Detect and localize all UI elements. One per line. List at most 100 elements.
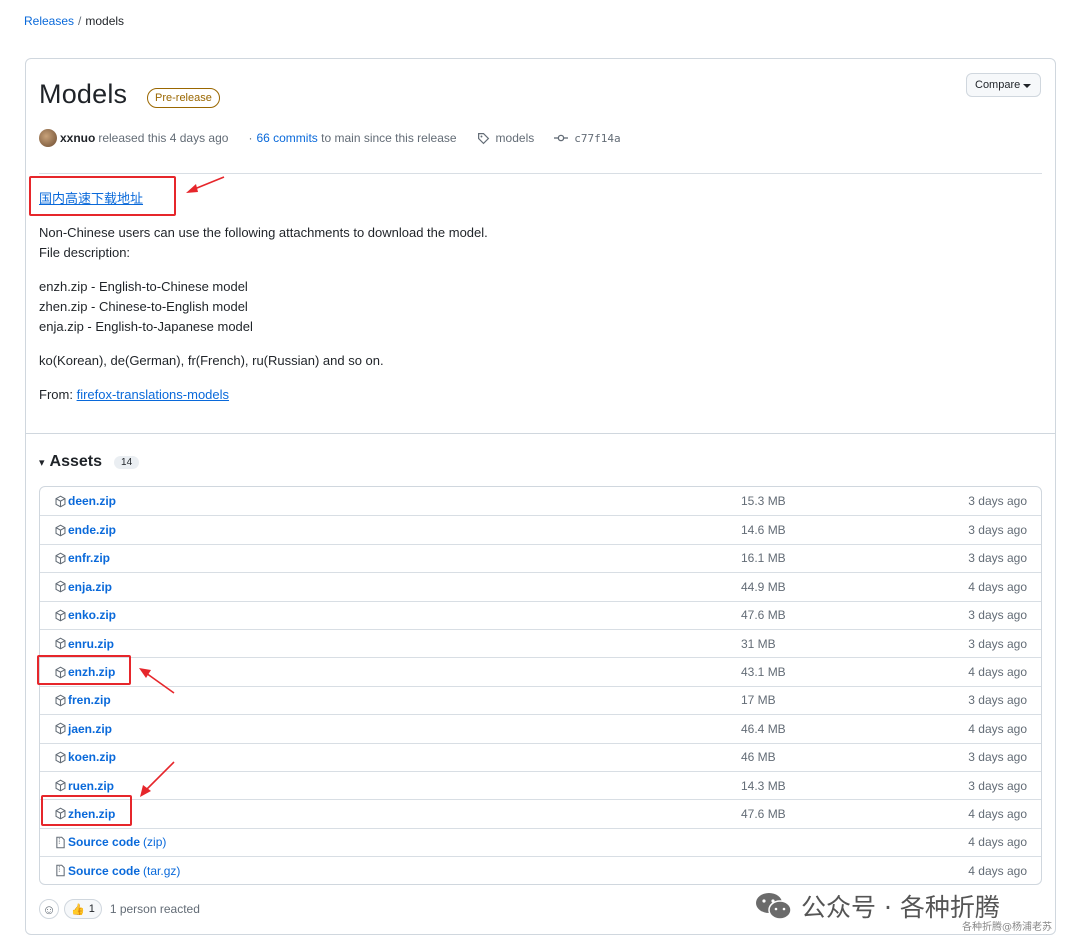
asset-download-link[interactable]: koen.zip [54, 750, 116, 764]
intro-line-2: File description: [39, 245, 131, 260]
asset-download-link[interactable]: fren.zip [54, 693, 111, 707]
other-languages-text: ko(Korean), de(German), fr(French), ru(R… [39, 353, 384, 368]
commit-hash-link[interactable]: c77f14a [574, 132, 620, 145]
cn-download-link[interactable]: 国内高速下载地址 [39, 192, 143, 207]
tag-link[interactable]: models [496, 131, 535, 145]
release-card: Models Pre-release Compare xxnuo release… [25, 58, 1056, 935]
asset-row: jaen.zip 46.4 MB 4 days ago [40, 714, 1041, 742]
asset-name: enru.zip [68, 636, 115, 651]
asset-size: 14.3 MB [741, 778, 786, 793]
asset-size: 15.3 MB [741, 494, 786, 509]
asset-date: 4 days ago [968, 579, 1027, 594]
source-from: From: firefox-translations-models [39, 385, 229, 405]
git-commit-icon [554, 134, 569, 142]
description-intro: Non-Chinese users can use the following … [39, 223, 488, 263]
package-icon [54, 637, 68, 650]
asset-name: Source code [68, 863, 141, 878]
package-icon [54, 666, 68, 679]
from-label: From: [39, 387, 73, 402]
commits-suffix: to main since this release [321, 131, 457, 145]
prerelease-badge: Pre-release [147, 88, 220, 108]
asset-size: 46.4 MB [741, 721, 786, 736]
assets-toggle[interactable]: ▾ Assets 14 [39, 453, 140, 471]
asset-row: zhen.zip 47.6 MB 4 days ago [40, 799, 1041, 827]
avatar[interactable] [39, 129, 57, 147]
asset-ext: (tar.gz) [143, 863, 181, 878]
thumbs-up-count: 1 [88, 903, 95, 915]
asset-date: 4 days ago [968, 721, 1027, 736]
asset-ext: (zip) [143, 835, 167, 850]
author-link[interactable]: xxnuo [60, 131, 95, 145]
asset-size: 14.6 MB [741, 523, 786, 538]
asset-row: koen.zip 46 MB 3 days ago [40, 742, 1041, 771]
assets-list: deen.zip 15.3 MB 3 days ago ende.zip 14.6 MB… [39, 486, 1042, 885]
asset-date: 4 days ago [968, 665, 1027, 680]
breadcrumb-releases-link[interactable]: Releases [24, 14, 74, 28]
wechat-icon [756, 893, 792, 920]
asset-name: ende.zip [68, 523, 117, 538]
caret-down-icon [1023, 84, 1031, 88]
breadcrumb-current: models [85, 14, 125, 28]
asset-row: ende.zip 14.6 MB 3 days ago [40, 515, 1041, 543]
asset-download-link[interactable]: Source code (tar.gz) [54, 864, 180, 878]
released-text: released this 4 days ago [98, 131, 229, 145]
asset-download-link[interactable]: deen.zip [54, 494, 116, 508]
asset-date: 4 days ago [968, 806, 1027, 821]
asset-size: 43.1 MB [741, 665, 786, 680]
asset-name: deen.zip [68, 494, 117, 509]
asset-date: 3 days ago [968, 551, 1027, 566]
breadcrumb-separator: / [78, 14, 82, 28]
asset-row: Source code (zip) 4 days ago [40, 827, 1041, 856]
asset-date: 3 days ago [968, 608, 1027, 623]
other-languages: ko(Korean), de(German), fr(French), ru(R… [39, 351, 384, 371]
package-icon [54, 580, 68, 593]
asset-download-link[interactable]: enja.zip [54, 580, 112, 594]
release-title: Models [39, 79, 128, 109]
file-desc-item: zhen.zip - Chinese-to-English model [39, 299, 248, 314]
asset-name: koen.zip [68, 750, 117, 765]
asset-size: 47.6 MB [741, 806, 786, 821]
watermark-subtext: 各种折腾@杨浦老苏 [962, 922, 1052, 933]
release-meta: xxnuo released this 4 days ago · 66 comm… [39, 129, 621, 147]
package-icon [54, 495, 68, 508]
add-reaction-icon[interactable]: ☺ [39, 899, 59, 919]
commits-dot: · [248, 131, 253, 145]
asset-row: ruen.zip 14.3 MB 3 days ago [40, 770, 1041, 799]
asset-download-link[interactable]: enru.zip [54, 637, 114, 651]
asset-size: 44.9 MB [741, 579, 786, 594]
asset-download-link[interactable]: enfr.zip [54, 551, 110, 565]
source-repo-link[interactable]: firefox-translations-models [77, 387, 229, 402]
asset-download-link[interactable]: ende.zip [54, 523, 116, 537]
asset-date: 3 days ago [968, 494, 1027, 509]
package-icon [54, 751, 68, 764]
commits-link[interactable]: 66 commits [256, 131, 317, 145]
assets-heading: Assets [49, 453, 103, 470]
thumbs-up-reaction[interactable]: 👍 1 [64, 899, 102, 919]
file-zip-icon [54, 864, 68, 877]
asset-name: fren.zip [68, 693, 111, 708]
asset-download-link[interactable]: jaen.zip [54, 722, 112, 736]
asset-download-link[interactable]: enzh.zip [54, 665, 115, 679]
compare-button[interactable]: Compare [966, 73, 1041, 97]
asset-row: enru.zip 31 MB 3 days ago [40, 628, 1041, 657]
asset-date: 4 days ago [968, 863, 1027, 878]
file-desc-item: enja.zip - English-to-Japanese model [39, 319, 253, 334]
asset-name: ruen.zip [68, 778, 115, 793]
tag-icon [477, 132, 489, 144]
asset-download-link[interactable]: zhen.zip [54, 807, 115, 821]
asset-size: 47.6 MB [741, 608, 786, 623]
assets-divider [26, 433, 1055, 434]
asset-row: enfr.zip 16.1 MB 3 days ago [40, 543, 1041, 572]
package-icon [54, 609, 68, 622]
asset-date: 3 days ago [968, 523, 1027, 538]
asset-download-link[interactable]: enko.zip [54, 608, 116, 622]
asset-download-link[interactable]: ruen.zip [54, 779, 114, 793]
asset-download-link[interactable]: Source code (zip) [54, 835, 166, 849]
asset-date: 4 days ago [968, 835, 1027, 850]
asset-name: enfr.zip [68, 551, 111, 566]
asset-row: enko.zip 47.6 MB 3 days ago [40, 600, 1041, 629]
file-zip-icon [54, 836, 68, 849]
asset-row: enja.zip 44.9 MB 4 days ago [40, 572, 1041, 600]
reactions-bar: ☺ 👍 1 1 person reacted [39, 899, 200, 919]
asset-row: deen.zip 15.3 MB 3 days ago [40, 487, 1041, 515]
